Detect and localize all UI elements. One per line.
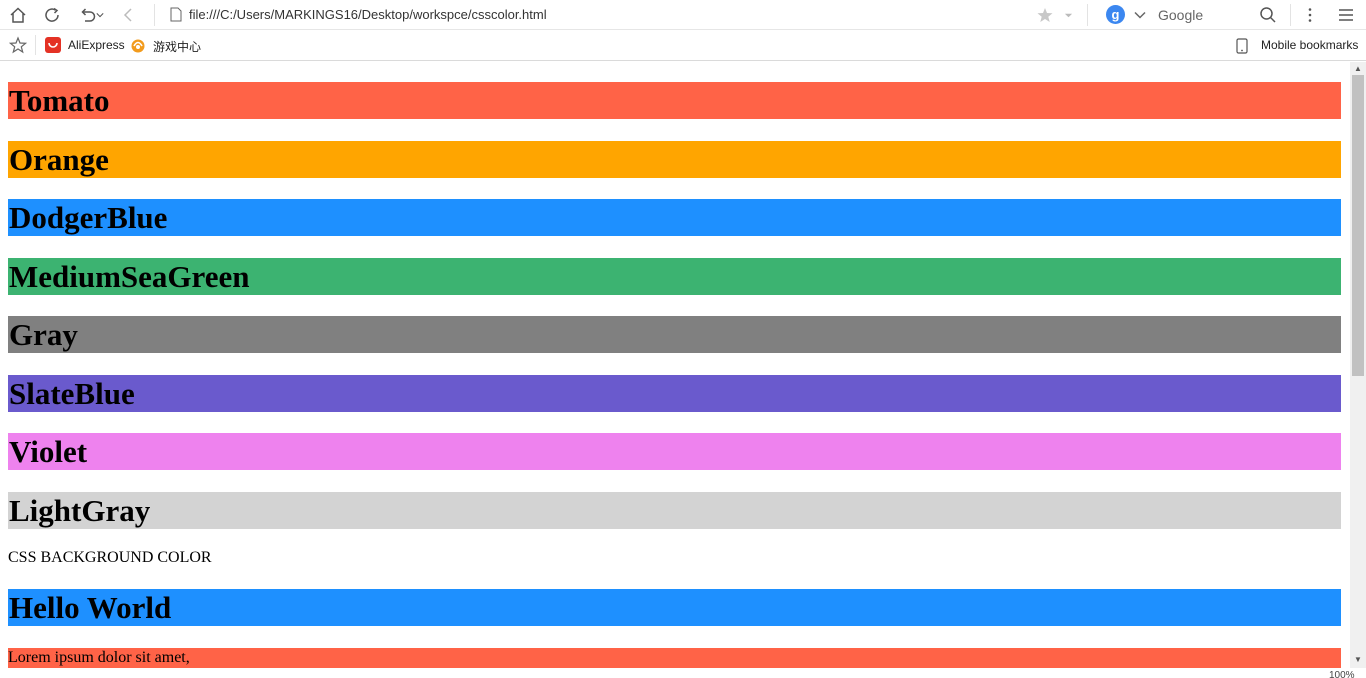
toolbar-divider (1087, 4, 1088, 26)
menu-icon[interactable] (1336, 5, 1356, 25)
heading-hello-world: Hello World (8, 589, 1341, 626)
mobile-icon (1236, 38, 1248, 54)
heading-lightgray: LightGray (8, 492, 1341, 529)
star-icon[interactable] (1035, 5, 1055, 25)
search-input[interactable]: Google (1158, 7, 1203, 23)
bookmark-dropdown-icon[interactable] (1060, 5, 1076, 25)
page-content: Tomato Orange DodgerBlue MediumSeaGreen … (0, 62, 1350, 668)
toolbar-divider (154, 4, 155, 26)
heading-orange: Orange (8, 141, 1341, 178)
bookmark-aliexpress[interactable]: AliExpress (68, 38, 125, 52)
bookmark-game-center[interactable]: 游戏中心 (153, 38, 201, 55)
toolbar-divider (1290, 4, 1291, 26)
zoom-level[interactable]: 100% (1329, 670, 1355, 678)
more-options-icon[interactable] (1300, 5, 1320, 25)
search-icon[interactable] (1258, 5, 1278, 25)
chevron-down-icon[interactable] (1130, 5, 1150, 25)
bookmark-star-icon[interactable] (8, 35, 28, 55)
aliexpress-icon (45, 37, 61, 53)
scrollbar-thumb[interactable] (1352, 75, 1364, 376)
undo-dropdown-icon[interactable] (94, 5, 106, 25)
back-icon[interactable] (118, 5, 138, 25)
section-title: CSS BACKGROUND COLOR (8, 549, 212, 566)
heading-mediumseagreen: MediumSeaGreen (8, 258, 1341, 295)
heading-slateblue: SlateBlue (8, 375, 1341, 412)
browser-toolbar: file:///C:/Users/MARKINGS16/Desktop/work… (0, 0, 1366, 30)
heading-tomato: Tomato (8, 82, 1341, 119)
address-bar[interactable]: file:///C:/Users/MARKINGS16/Desktop/work… (189, 7, 547, 22)
heading-violet: Violet (8, 433, 1341, 470)
mobile-bookmarks-link[interactable]: Mobile bookmarks (1261, 38, 1358, 52)
lorem-paragraph: Lorem ipsum dolor sit amet, (8, 648, 1341, 668)
page-icon (170, 7, 182, 22)
game-center-icon (131, 39, 145, 53)
home-icon[interactable] (8, 5, 28, 25)
heading-dodgerblue: DodgerBlue (8, 199, 1341, 236)
search-engine-icon[interactable]: g (1106, 5, 1125, 24)
bookmarks-divider (35, 35, 36, 55)
scroll-up-icon[interactable]: ▲ (1353, 64, 1363, 74)
vertical-scrollbar[interactable]: ▲ ▼ (1350, 62, 1366, 668)
heading-gray: Gray (8, 316, 1341, 353)
bookmarks-bar: AliExpress 游戏中心 Mobile bookmarks (0, 31, 1366, 61)
status-bar: 100% (0, 668, 1366, 678)
reload-icon[interactable] (42, 5, 62, 25)
scroll-down-icon[interactable]: ▼ (1353, 655, 1363, 665)
